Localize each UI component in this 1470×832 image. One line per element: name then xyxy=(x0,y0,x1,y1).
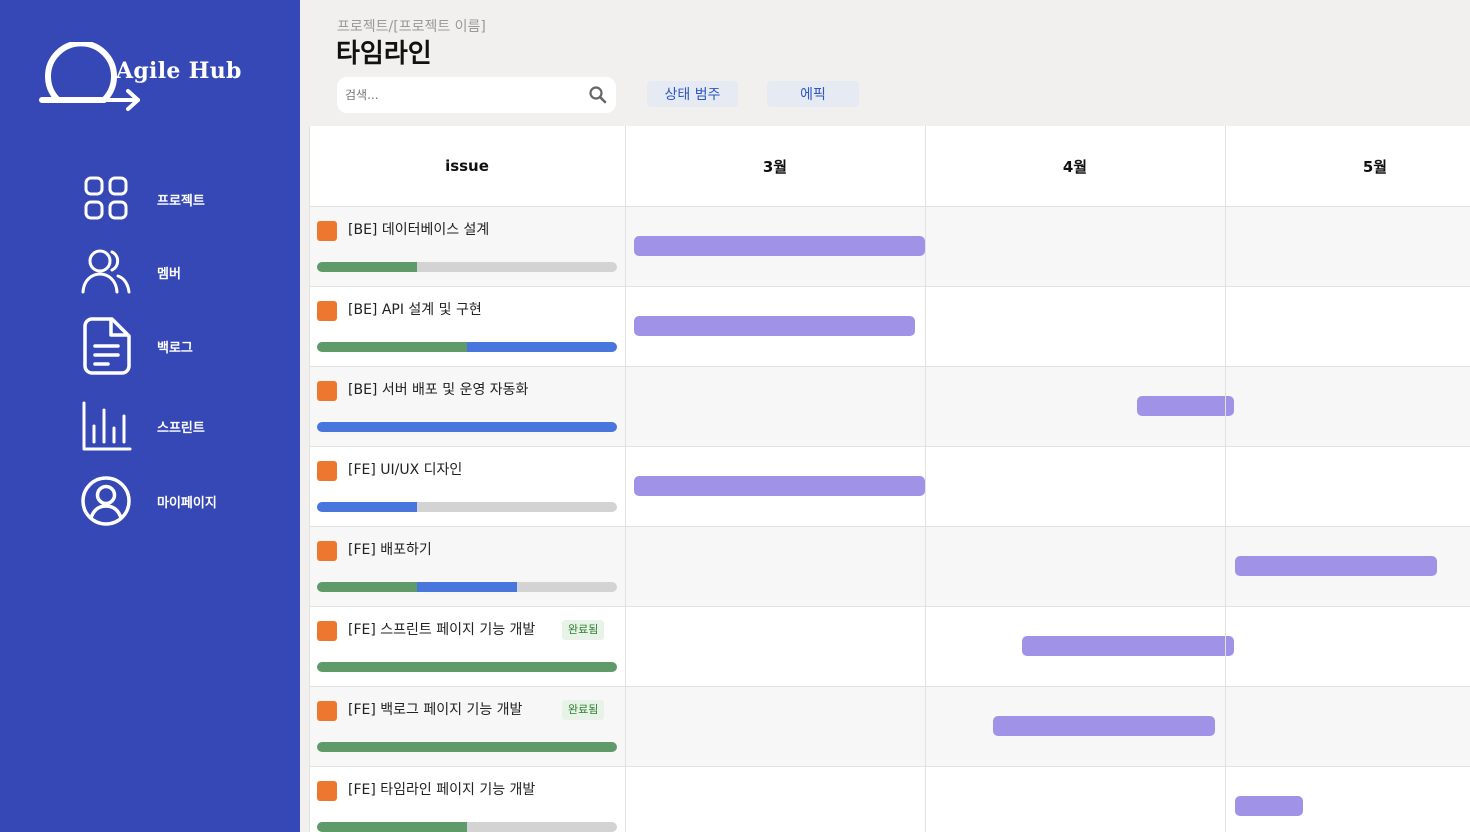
issue-type-marker xyxy=(317,381,337,401)
sidebar-item-label: 프로젝트 xyxy=(157,193,205,209)
issue-progress-bar xyxy=(317,502,617,512)
user-circle-icon xyxy=(78,473,134,529)
progress-done-segment xyxy=(317,742,617,752)
timeline-bar[interactable] xyxy=(993,716,1216,736)
progress-done-segment xyxy=(317,822,467,832)
app-name: Agile Hub xyxy=(116,58,242,84)
issue-title[interactable]: [BE] API 설계 및 구현 xyxy=(348,299,482,319)
timeline-bar[interactable] xyxy=(634,316,916,336)
timeline-bar[interactable] xyxy=(634,476,925,496)
sidebar-item-mypage[interactable]: 마이페이지 xyxy=(78,471,278,531)
timeline-bar[interactable] xyxy=(1234,556,1438,576)
status-filter-button[interactable]: 상태 범주 xyxy=(647,81,738,107)
status-badge: 완료됨 xyxy=(562,620,605,640)
sidebar-item-label: 스프린트 xyxy=(157,420,205,436)
timeline-bar[interactable] xyxy=(634,236,925,256)
issue-title[interactable]: [FE] 타임라인 페이지 기능 개발 xyxy=(348,779,535,799)
timeline-grid: [BE] 데이터베이스 설계 [BE] API 설계 및 구현 [BE] 서버 배포… xyxy=(309,126,1470,832)
search-icon[interactable] xyxy=(588,85,608,105)
search-box xyxy=(337,77,616,113)
timeline-row[interactable]: [FE] 백로그 페이지 기능 개발 완료됨 xyxy=(309,686,1470,766)
grid-icon xyxy=(78,171,134,227)
timeline-row[interactable]: [FE] 타임라인 페이지 기능 개발 xyxy=(309,766,1470,832)
users-icon xyxy=(78,244,134,300)
issue-progress-bar xyxy=(317,582,617,592)
status-badge: 완료됨 xyxy=(562,700,605,720)
timeline-bar[interactable] xyxy=(1021,636,1234,656)
issue-progress-bar xyxy=(317,742,617,752)
progress-done-segment xyxy=(317,582,417,592)
search-input[interactable] xyxy=(345,86,575,104)
grid-line xyxy=(625,126,626,832)
sidebar-item-label: 백로그 xyxy=(157,340,193,356)
issue-title[interactable]: [FE] 백로그 페이지 기능 개발 xyxy=(348,699,522,719)
progress-in-progress-segment xyxy=(317,422,617,432)
month-column-header: 4월 xyxy=(1062,157,1088,176)
sidebar-item-project[interactable]: 프로젝트 xyxy=(78,169,278,229)
issue-type-marker xyxy=(317,221,337,241)
bar-chart-icon xyxy=(78,398,134,454)
issue-progress-bar xyxy=(317,422,617,432)
sidebar-item-backlog[interactable]: 백로그 xyxy=(78,316,278,376)
issue-title[interactable]: [BE] 데이터베이스 설계 xyxy=(348,219,489,239)
issue-progress-bar xyxy=(317,662,617,672)
timeline-row[interactable]: [BE] 서버 배포 및 운영 자동화 xyxy=(309,366,1470,446)
grid-line xyxy=(309,126,310,832)
sidebar-item-label: 멤버 xyxy=(157,266,181,282)
timeline-row[interactable]: [BE] API 설계 및 구현 xyxy=(309,286,1470,366)
progress-done-segment xyxy=(317,262,417,272)
grid-line xyxy=(1225,126,1226,832)
issue-title[interactable]: [BE] 서버 배포 및 운영 자동화 xyxy=(348,379,528,399)
progress-in-progress-segment xyxy=(317,502,417,512)
timeline-row[interactable]: [FE] 스프린트 페이지 기능 개발 완료됨 xyxy=(309,606,1470,686)
progress-in-progress-segment xyxy=(416,582,517,592)
issue-title[interactable]: [FE] UI/UX 디자인 xyxy=(348,459,462,479)
issue-type-marker xyxy=(317,461,337,481)
timeline-row[interactable]: [BE] 데이터베이스 설계 xyxy=(309,206,1470,286)
timeline-header: issue 3월 4월 5월 xyxy=(309,126,1470,206)
issue-type-marker xyxy=(317,541,337,561)
issue-type-marker xyxy=(317,621,337,641)
issue-type-marker xyxy=(317,701,337,721)
issue-title[interactable]: [FE] 스프린트 페이지 기능 개발 xyxy=(348,619,535,639)
sidebar-item-label: 마이페이지 xyxy=(157,495,217,511)
timeline-bar[interactable] xyxy=(1234,796,1303,816)
sidebar: Agile Hub 프로젝트 멤버 백로그 스프린트 마이페이지 xyxy=(0,0,300,832)
progress-done-segment xyxy=(317,342,467,352)
grid-line xyxy=(925,126,926,832)
issue-progress-bar xyxy=(317,342,617,352)
page-title: 타임라인 xyxy=(336,39,432,69)
issue-type-marker xyxy=(317,301,337,321)
document-icon xyxy=(78,317,134,375)
month-column-header: 5월 xyxy=(1362,157,1388,176)
issue-progress-bar xyxy=(317,822,617,832)
progress-done-segment xyxy=(317,662,617,672)
sidebar-item-members[interactable]: 멤버 xyxy=(78,242,278,302)
issue-column-header: issue xyxy=(445,157,489,175)
timeline-bar[interactable] xyxy=(1137,396,1234,416)
issue-type-marker xyxy=(317,781,337,801)
issue-title[interactable]: [FE] 배포하기 xyxy=(348,539,432,559)
month-column-header: 3월 xyxy=(762,157,788,176)
timeline-row[interactable]: [FE] 배포하기 xyxy=(309,526,1470,606)
epic-filter-button[interactable]: 에픽 xyxy=(767,81,859,107)
timeline-row[interactable]: [FE] UI/UX 디자인 xyxy=(309,446,1470,526)
issue-progress-bar xyxy=(317,262,617,272)
progress-in-progress-segment xyxy=(467,342,617,352)
sidebar-item-sprint[interactable]: 스프린트 xyxy=(78,396,278,456)
